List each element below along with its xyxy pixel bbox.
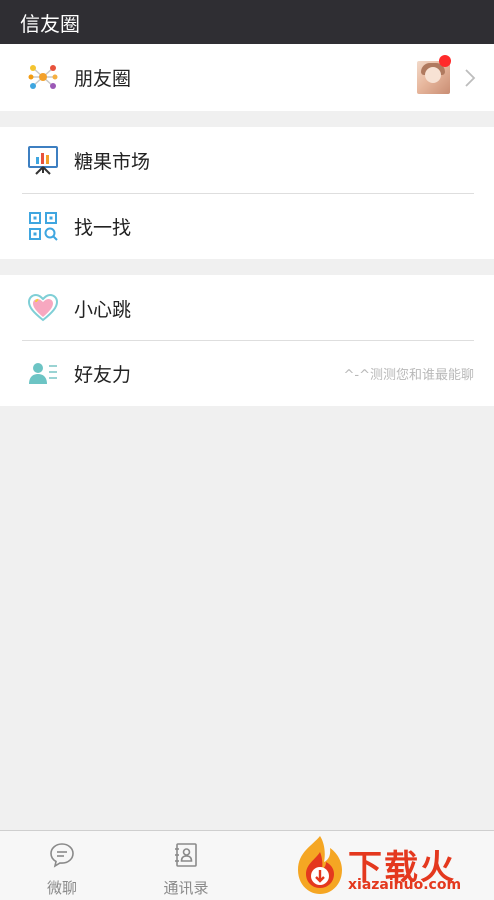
menu-item-friend-power[interactable]: 好友力 ^-^测测您和谁最能聊: [0, 340, 494, 406]
moments-group: 朋友圈: [0, 44, 494, 111]
top-bar: 信友圈: [0, 0, 494, 44]
tab-chat[interactable]: 微聊: [0, 831, 124, 900]
discover-group: 糖果市场 找一找: [0, 127, 494, 259]
tab-chat-label: 微聊: [46, 879, 77, 897]
page-title: 信友圈: [20, 11, 80, 36]
heartbeat-label: 小心跳: [74, 298, 132, 321]
menu-item-heartbeat[interactable]: 小心跳: [0, 275, 494, 341]
find-label: 找一找: [74, 216, 132, 239]
menu-item-candy-market[interactable]: 糖果市场: [0, 127, 494, 193]
flame-icon: [298, 836, 342, 894]
chevron-right-icon: [464, 68, 476, 88]
presentation-chart-icon: [27, 144, 59, 176]
friend-power-hint: ^-^测测您和谁最能聊: [343, 368, 474, 383]
social-group: 小心跳 好友力 ^-^测测您和谁最能聊: [0, 275, 494, 406]
notification-dot: [439, 55, 451, 67]
contacts-book-icon: [172, 841, 200, 869]
heart-icon: [27, 292, 59, 324]
tab-contacts-label: 通讯录: [163, 879, 209, 897]
watermark-logo: 下载火 xiazaihuo.com: [290, 832, 494, 900]
friend-power-label: 好友力: [74, 363, 132, 386]
watermark-url: xiazaihuo.com: [348, 877, 462, 893]
candy-market-label: 糖果市场: [74, 150, 151, 173]
moments-label: 朋友圈: [74, 67, 132, 90]
tab-contacts[interactable]: 通讯录: [124, 831, 248, 900]
chat-bubble-icon: [48, 841, 76, 869]
moments-icon: [27, 61, 59, 93]
user-list-icon: [27, 357, 59, 389]
qr-scan-icon: [27, 210, 59, 242]
menu-item-find[interactable]: 找一找: [0, 193, 494, 259]
menu-item-moments[interactable]: 朋友圈: [0, 44, 494, 110]
